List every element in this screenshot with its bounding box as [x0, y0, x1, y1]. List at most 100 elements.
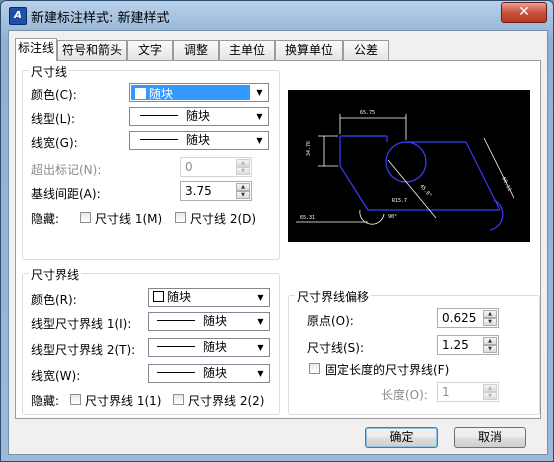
- line-sample-icon: [157, 372, 195, 373]
- close-button[interactable]: ✕: [501, 2, 547, 23]
- dimline-color-select[interactable]: 随块 ▼: [129, 83, 269, 102]
- tab-fit[interactable]: 调整: [173, 40, 219, 60]
- spin-down-icon[interactable]: ▼: [483, 392, 497, 400]
- dimline-lineweight-value: 随块: [186, 133, 211, 147]
- preview-hole-circle: [385, 141, 427, 183]
- spin-up-icon[interactable]: ▲: [236, 159, 250, 167]
- dimline-color-label: 颜色(C):: [31, 88, 77, 102]
- tab-primary-units[interactable]: 主单位: [219, 40, 275, 60]
- preview-label-right: 60.11: [500, 176, 512, 192]
- baseline-spacing-spinner[interactable]: 3.75 ▲ ▼: [180, 181, 252, 201]
- extline-color-select[interactable]: 随块 ▼: [148, 288, 270, 307]
- title-bar[interactable]: A 新建标注样式: 新建样式 ✕: [1, 1, 553, 29]
- preview-label-left: 34.76: [306, 141, 312, 156]
- fixed-length-value: 1: [442, 385, 450, 399]
- chevron-down-icon: ▼: [257, 343, 264, 352]
- autocad-icon: A: [9, 7, 27, 25]
- fixed-length-spinner[interactable]: 1 ▲ ▼: [437, 382, 499, 402]
- dimline-color-value: 随块: [149, 87, 174, 101]
- origin-offset-spinner[interactable]: 0.625 ▲ ▼: [437, 308, 499, 328]
- dimline-extend-spinner[interactable]: 1.25 ▲ ▼: [437, 335, 499, 355]
- extline2-linetype-select[interactable]: 随块 ▼: [148, 338, 270, 357]
- suppress-extline2-checkbox[interactable]: [173, 394, 184, 405]
- origin-offset-value: 0.625: [442, 311, 477, 325]
- extline2-linetype-label: 线型尺寸界线 2(T):: [31, 343, 136, 357]
- spin-down-icon[interactable]: ▼: [236, 167, 250, 175]
- cancel-button[interactable]: 取消: [454, 427, 526, 448]
- suppress-dimline1-label[interactable]: 尺寸线 1(M): [95, 210, 162, 227]
- tab-dimension-lines[interactable]: 标注线: [15, 38, 57, 61]
- dimline-color-selection: 随块: [131, 85, 250, 101]
- dimline-lineweight-select[interactable]: 随块 ▼: [129, 131, 269, 150]
- extline-lineweight-value: 随块: [203, 366, 228, 380]
- dimline-linetype-label: 线型(L):: [31, 112, 76, 126]
- line-sample-icon: [157, 320, 195, 321]
- preview-outline-left: [339, 136, 369, 211]
- spin-down-icon[interactable]: ▼: [483, 318, 497, 326]
- spin-down-icon[interactable]: ▼: [483, 345, 497, 353]
- dimension-lines-group-title: 尺寸线: [29, 63, 70, 80]
- tab-symbols-arrows[interactable]: 符号和箭头: [57, 40, 127, 60]
- line-sample-icon: [140, 139, 178, 140]
- chevron-down-icon: ▼: [256, 136, 263, 145]
- extline-offset-group: 尺寸界线偏移 原点(O): 0.625 ▲ ▼ 尺寸线(S): 1.25 ▲ ▼ 固…: [288, 288, 540, 415]
- dialog-window: A 新建标注样式: 新建样式 ✕ 标注线 符号和箭头 文字 调整 主单位 换算单…: [0, 0, 554, 462]
- chevron-down-icon: ▼: [256, 88, 263, 97]
- extline2-linetype-value: 随块: [203, 340, 228, 354]
- fixed-length-value-label: 长度(O):: [381, 388, 428, 402]
- suppress-dimline1-checkbox[interactable]: [80, 212, 91, 223]
- fixed-length-checkbox[interactable]: [309, 363, 320, 374]
- extline1-linetype-select[interactable]: 随块 ▼: [148, 312, 270, 331]
- window-title: 新建标注样式: 新建样式: [31, 11, 170, 26]
- color-swatch-icon: [153, 291, 164, 302]
- chevron-down-icon: ▼: [257, 317, 264, 326]
- extline1-linetype-value: 随块: [203, 314, 228, 328]
- color-swatch-icon: [135, 88, 146, 99]
- dimension-lines-group: 尺寸线 颜色(C): 随块 ▼ 线型(L): 随块 ▼ 线宽(G): 随块 ▼ …: [22, 63, 280, 260]
- extend-beyond-ticks-value: 0: [185, 160, 193, 174]
- origin-offset-label: 原点(O):: [307, 314, 354, 328]
- dimline-suppress-label: 隐藏:: [31, 212, 60, 226]
- line-sample-icon: [157, 346, 195, 347]
- extend-beyond-ticks-label: 超出标记(N):: [31, 163, 102, 177]
- suppress-dimline2-checkbox[interactable]: [175, 212, 186, 223]
- baseline-spacing-label: 基线间距(A):: [31, 187, 101, 201]
- suppress-extline2-label[interactable]: 尺寸界线 2(2): [188, 392, 264, 409]
- extline-offset-group-title: 尺寸界线偏移: [295, 288, 372, 305]
- preview-arc-right: [489, 199, 504, 231]
- extension-lines-group-title: 尺寸界线: [29, 266, 82, 283]
- suppress-extline1-label[interactable]: 尺寸界线 1(1): [85, 392, 161, 409]
- preview-label-arc: 90°: [388, 214, 397, 220]
- extline-lineweight-label: 线宽(W):: [31, 369, 81, 383]
- preview-drawing: 65.75 34.76 60.11 45.0° R15.7 65.31 90°: [296, 110, 515, 231]
- extline1-linetype-label: 线型尺寸界线 1(I):: [31, 317, 132, 331]
- suppress-extline1-checkbox[interactable]: [70, 394, 81, 405]
- extline-suppress-label: 隐藏:: [31, 394, 60, 408]
- dimline-linetype-select[interactable]: 随块 ▼: [129, 107, 269, 126]
- tab-tolerances[interactable]: 公差: [343, 40, 389, 60]
- preview-label-angle: 45.0°: [418, 183, 432, 198]
- extend-beyond-ticks-spinner[interactable]: 0 ▲ ▼: [180, 157, 252, 177]
- spin-up-icon[interactable]: ▲: [236, 183, 250, 191]
- extline-color-label: 颜色(R):: [31, 293, 77, 307]
- ok-button[interactable]: 确定: [365, 427, 438, 448]
- spin-up-icon[interactable]: ▲: [483, 337, 497, 345]
- preview-label-bottom: 65.31: [300, 215, 315, 221]
- baseline-spacing-value: 3.75: [185, 184, 212, 198]
- extline-color-value: 随块: [167, 290, 192, 304]
- tab-alternate-units[interactable]: 换算单位: [275, 40, 343, 60]
- extension-lines-group: 尺寸界线 颜色(R): 随块 ▼ 线型尺寸界线 1(I): 随块 ▼ 线型尺寸界…: [22, 266, 280, 415]
- spin-down-icon[interactable]: ▼: [236, 191, 250, 199]
- dimension-preview: 65.75 34.76 60.11 45.0° R15.7 65.31 90°: [288, 90, 530, 242]
- spin-up-icon[interactable]: ▲: [483, 310, 497, 318]
- fixed-length-label[interactable]: 固定长度的尺寸界线(F): [325, 361, 449, 378]
- preview-label-top: 65.75: [360, 110, 375, 116]
- chevron-down-icon: ▼: [257, 293, 264, 302]
- suppress-dimline2-label[interactable]: 尺寸线 2(D): [190, 210, 256, 227]
- extline-lineweight-select[interactable]: 随块 ▼: [148, 364, 270, 383]
- spin-up-icon[interactable]: ▲: [483, 384, 497, 392]
- dimline-lineweight-label: 线宽(G):: [31, 136, 78, 150]
- tab-text[interactable]: 文字: [127, 40, 173, 60]
- dimline-linetype-value: 随块: [186, 109, 211, 123]
- line-sample-icon: [140, 115, 178, 116]
